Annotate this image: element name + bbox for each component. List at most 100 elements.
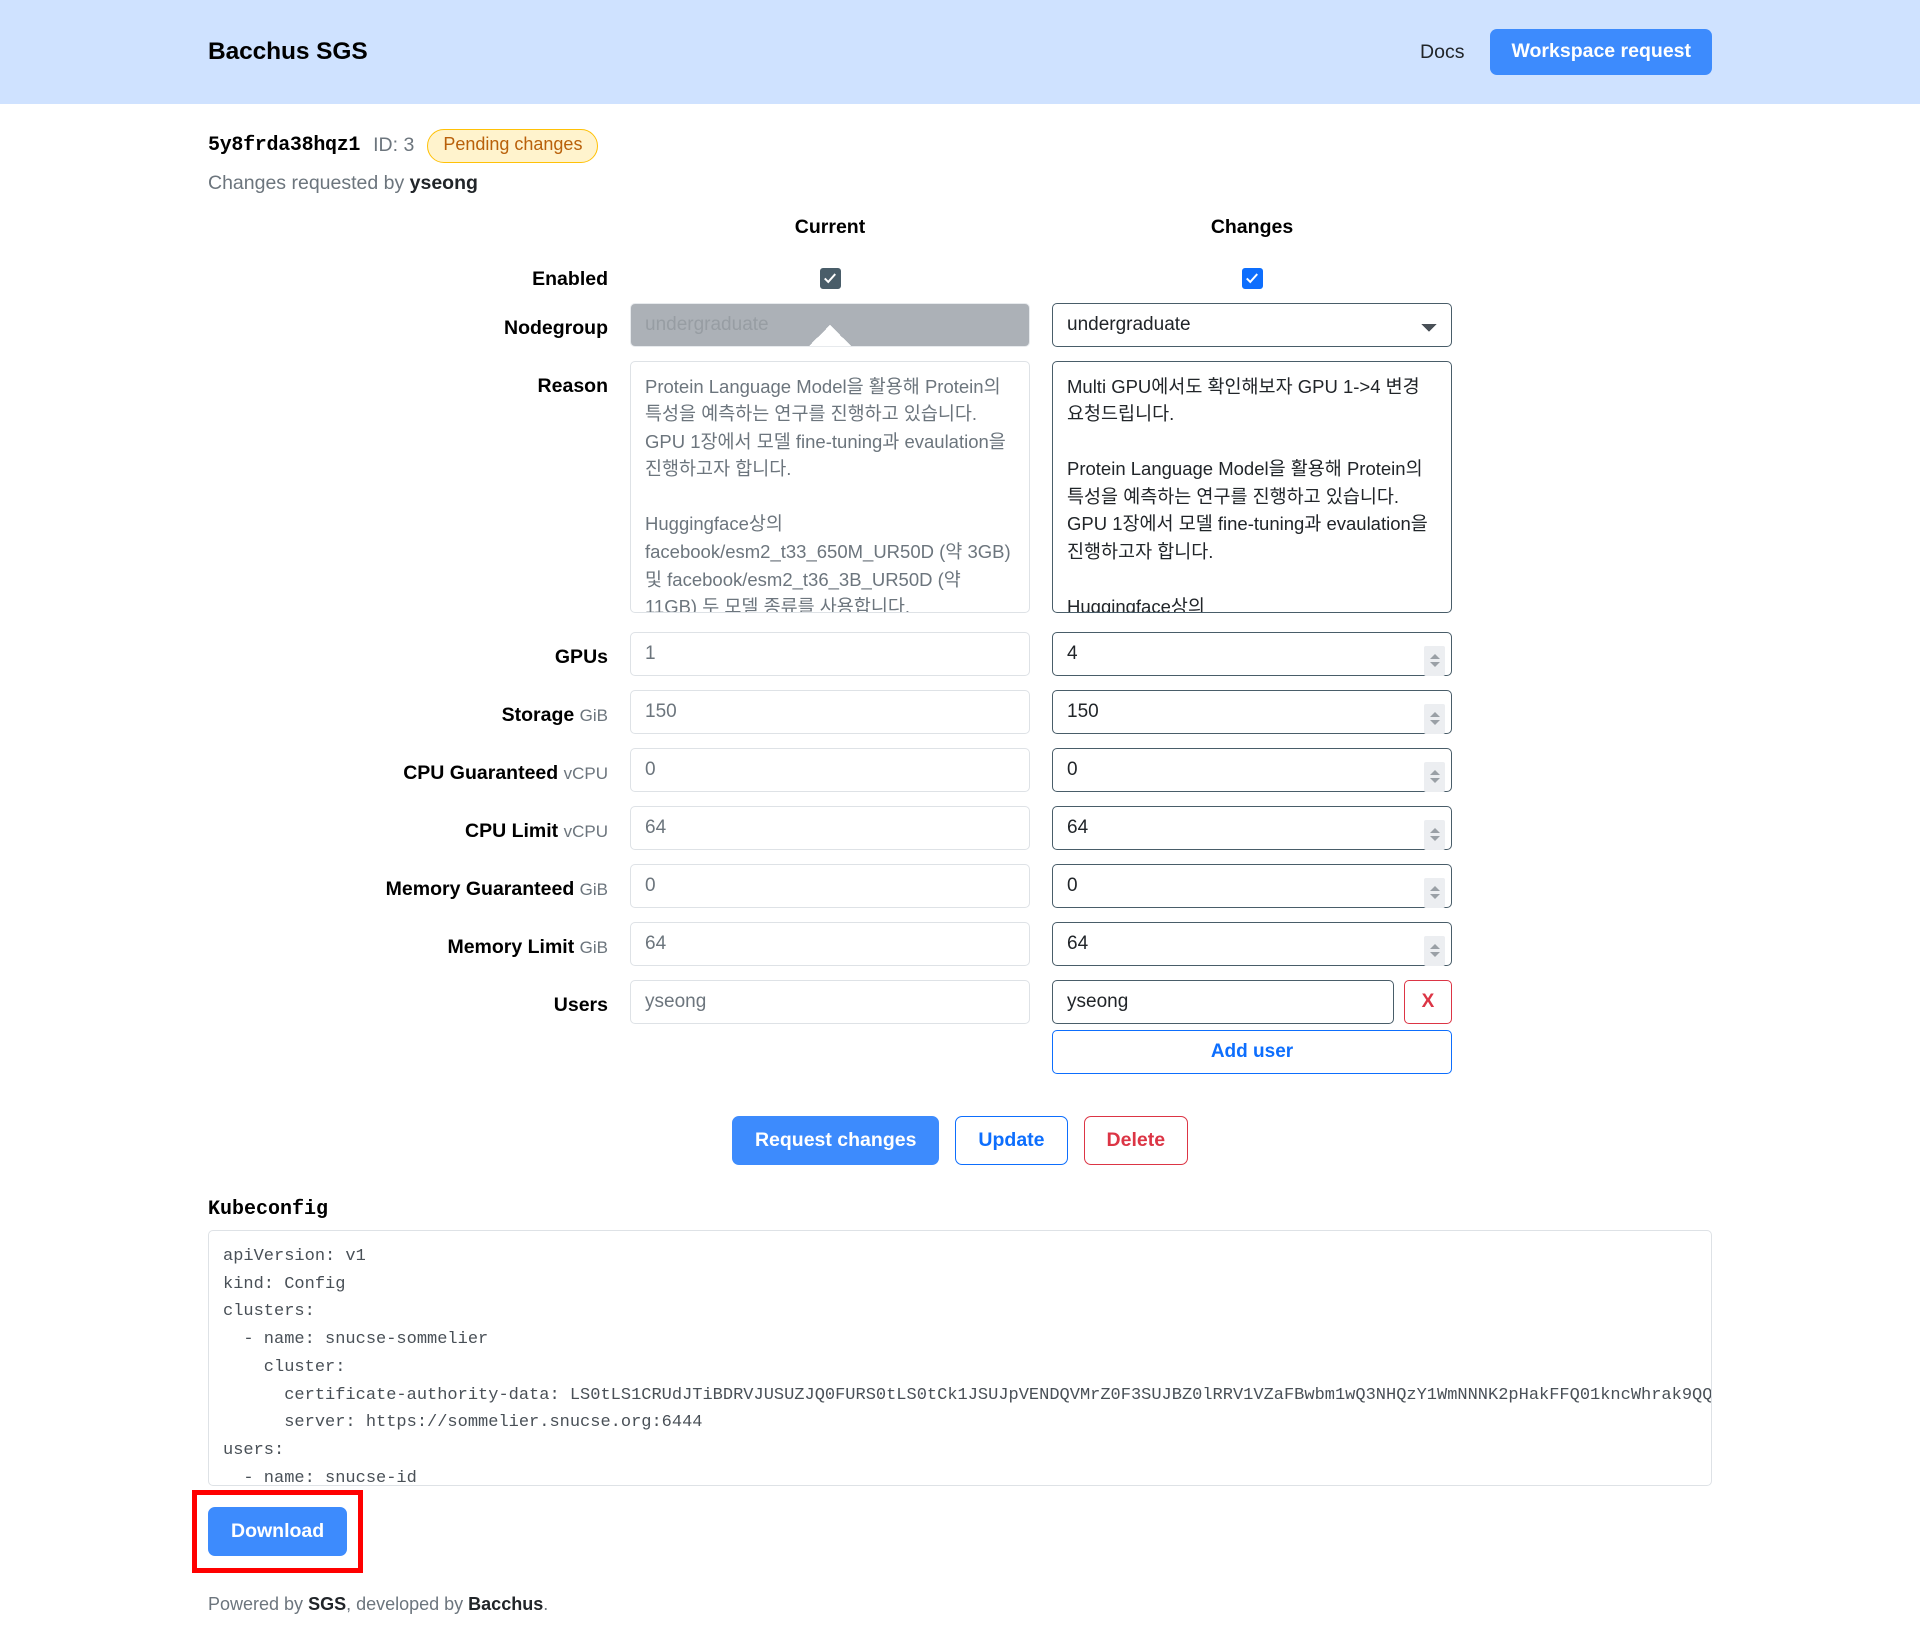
gpus-current-input bbox=[630, 631, 1030, 676]
gpus-changes-cell bbox=[1052, 631, 1452, 690]
reason-changes-cell: Multi GPU에서도 확인해보자 GPU 1->4 변경 요청드립니다. P… bbox=[1052, 360, 1452, 632]
storage-current-cell bbox=[630, 689, 1030, 748]
cpu-limit-current-cell bbox=[630, 805, 1030, 864]
users-changes-input[interactable] bbox=[1052, 979, 1394, 1024]
chevron-down-icon bbox=[1429, 952, 1440, 958]
requested-by-user: yseong bbox=[409, 171, 478, 194]
add-user-button[interactable]: Add user bbox=[1052, 1029, 1452, 1074]
docs-link[interactable]: Docs bbox=[1420, 41, 1464, 64]
workspace-numeric-id: ID: 3 bbox=[373, 134, 415, 157]
storage-changes-cell bbox=[1052, 689, 1452, 748]
memory-limit-current-cell bbox=[630, 921, 1030, 980]
footer-bacchus-link[interactable]: Bacchus bbox=[468, 1594, 543, 1614]
gpus-changes-input[interactable] bbox=[1052, 631, 1452, 676]
users-current-input bbox=[630, 979, 1030, 1024]
status-badge: Pending changes bbox=[427, 129, 599, 163]
label-cpu-limit: CPU Limit vCPU bbox=[208, 806, 608, 843]
reason-current-cell: Protein Language Model을 활용해 Protein의 특성을… bbox=[630, 360, 1030, 632]
chevron-down-icon bbox=[1429, 720, 1440, 726]
chevron-down-icon bbox=[1429, 836, 1440, 842]
enabled-current-checkbox[interactable] bbox=[819, 267, 841, 289]
footer-middle: , developed by bbox=[346, 1593, 469, 1614]
footer-suffix: . bbox=[543, 1593, 549, 1614]
memory-guaranteed-changes-input[interactable] bbox=[1052, 863, 1452, 908]
chevron-up-icon bbox=[1429, 712, 1440, 718]
cpu-guaranteed-changes-cell bbox=[1052, 747, 1452, 806]
label-gpus-text: GPUs bbox=[554, 645, 608, 668]
memory-guaranteed-changes-cell bbox=[1052, 863, 1452, 922]
label-memory-guaranteed-text: Memory Guaranteed bbox=[385, 877, 575, 900]
kubeconfig-content: apiVersion: v1 kind: Config clusters: - … bbox=[223, 1246, 1712, 1486]
storage-current-input bbox=[630, 689, 1030, 734]
memory-limit-changes-cell bbox=[1052, 921, 1452, 980]
cpu-limit-current-input bbox=[630, 805, 1030, 850]
gpus-stepper[interactable] bbox=[1424, 645, 1445, 676]
cpu-guaranteed-current-input bbox=[630, 747, 1030, 792]
users-changes-row: X bbox=[1052, 979, 1452, 1024]
footer-sgs-link[interactable]: SGS bbox=[308, 1594, 346, 1614]
memory-limit-stepper[interactable] bbox=[1424, 935, 1445, 966]
column-header-changes: Changes bbox=[1210, 215, 1294, 238]
label-memory-guaranteed-unit: GiB bbox=[579, 879, 608, 899]
cpu-limit-changes-cell bbox=[1052, 805, 1452, 864]
cpu-limit-stepper[interactable] bbox=[1424, 819, 1445, 850]
workspace-form: Current Changes Enabled Nodegroup underg… bbox=[208, 216, 1712, 1088]
cpu-guaranteed-stepper[interactable] bbox=[1424, 761, 1445, 792]
storage-stepper[interactable] bbox=[1424, 703, 1445, 734]
remove-user-button[interactable]: X bbox=[1404, 979, 1452, 1024]
label-storage-unit: GiB bbox=[579, 705, 608, 725]
label-memory-limit-text: Memory Limit bbox=[447, 935, 575, 958]
workspace-id-slug: 5y8frda38hqz1 bbox=[208, 134, 361, 158]
label-memory-limit-unit: GiB bbox=[579, 937, 608, 957]
enabled-current-cell bbox=[630, 258, 1030, 303]
nodegroup-changes-select[interactable]: undergraduate bbox=[1052, 302, 1452, 347]
memory-guaranteed-stepper[interactable] bbox=[1424, 877, 1445, 908]
kubeconfig-box[interactable]: apiVersion: v1 kind: Config clusters: - … bbox=[208, 1229, 1712, 1486]
page-container: 5y8frda38hqz1 ID: 3 Pending changes Chan… bbox=[0, 104, 1920, 1649]
delete-button[interactable]: Delete bbox=[1083, 1115, 1189, 1165]
enabled-changes-cell bbox=[1052, 258, 1452, 303]
footer: Powered by SGS, developed by Bacchus. bbox=[208, 1594, 1712, 1649]
kubeconfig-title: Kubeconfig bbox=[208, 1197, 329, 1221]
label-nodegroup: Nodegroup bbox=[504, 316, 608, 339]
users-current-cell bbox=[630, 979, 1030, 1038]
chevron-up-icon bbox=[1429, 886, 1440, 892]
label-storage-text: Storage bbox=[501, 703, 575, 726]
cpu-guaranteed-changes-input[interactable] bbox=[1052, 747, 1452, 792]
nodegroup-current-cell: undergraduate bbox=[630, 302, 1030, 361]
label-gpus: GPUs bbox=[208, 632, 608, 669]
label-memory-limit: Memory Limit GiB bbox=[208, 922, 608, 959]
requested-by-line: Changes requested by yseong bbox=[208, 172, 1712, 195]
workspace-request-button[interactable]: Workspace request bbox=[1490, 29, 1712, 75]
label-memory-guaranteed: Memory Guaranteed GiB bbox=[208, 864, 608, 901]
storage-changes-input[interactable] bbox=[1052, 689, 1452, 734]
workspace-title-row: 5y8frda38hqz1 ID: 3 Pending changes bbox=[208, 129, 1712, 163]
chevron-up-icon bbox=[1429, 654, 1440, 660]
chevron-up-icon bbox=[1429, 828, 1440, 834]
request-changes-button[interactable]: Request changes bbox=[731, 1115, 940, 1165]
brand-title: Bacchus SGS bbox=[208, 38, 368, 65]
memory-limit-changes-input[interactable] bbox=[1052, 921, 1452, 966]
label-cpu-guaranteed-text: CPU Guaranteed bbox=[403, 761, 559, 784]
label-cpu-limit-text: CPU Limit bbox=[465, 819, 559, 842]
update-button[interactable]: Update bbox=[955, 1115, 1068, 1165]
form-actions: Request changes Update Delete bbox=[208, 1115, 1712, 1165]
label-enabled: Enabled bbox=[532, 267, 608, 290]
enabled-changes-checkbox[interactable] bbox=[1241, 267, 1263, 289]
nodegroup-current-select: undergraduate bbox=[630, 302, 1030, 347]
chevron-down-icon bbox=[1429, 662, 1440, 668]
download-button-wrapper: Download bbox=[192, 1489, 364, 1573]
cpu-limit-changes-input[interactable] bbox=[1052, 805, 1452, 850]
workspace-header: 5y8frda38hqz1 ID: 3 Pending changes Chan… bbox=[208, 104, 1712, 195]
label-cpu-limit-unit: vCPU bbox=[563, 821, 608, 841]
memory-guaranteed-current-input bbox=[630, 863, 1030, 908]
chevron-up-icon bbox=[1429, 770, 1440, 776]
chevron-up-icon bbox=[1429, 944, 1440, 950]
users-changes-cell: X Add user bbox=[1052, 979, 1452, 1088]
cpu-guaranteed-current-cell bbox=[630, 747, 1030, 806]
reason-changes-textarea[interactable]: Multi GPU에서도 확인해보자 GPU 1->4 변경 요청드립니다. P… bbox=[1052, 360, 1452, 613]
nodegroup-changes-cell: undergraduate bbox=[1052, 302, 1452, 361]
download-button[interactable]: Download bbox=[208, 1506, 348, 1556]
label-cpu-guaranteed: CPU Guaranteed vCPU bbox=[208, 748, 608, 785]
label-storage: Storage GiB bbox=[208, 690, 608, 727]
